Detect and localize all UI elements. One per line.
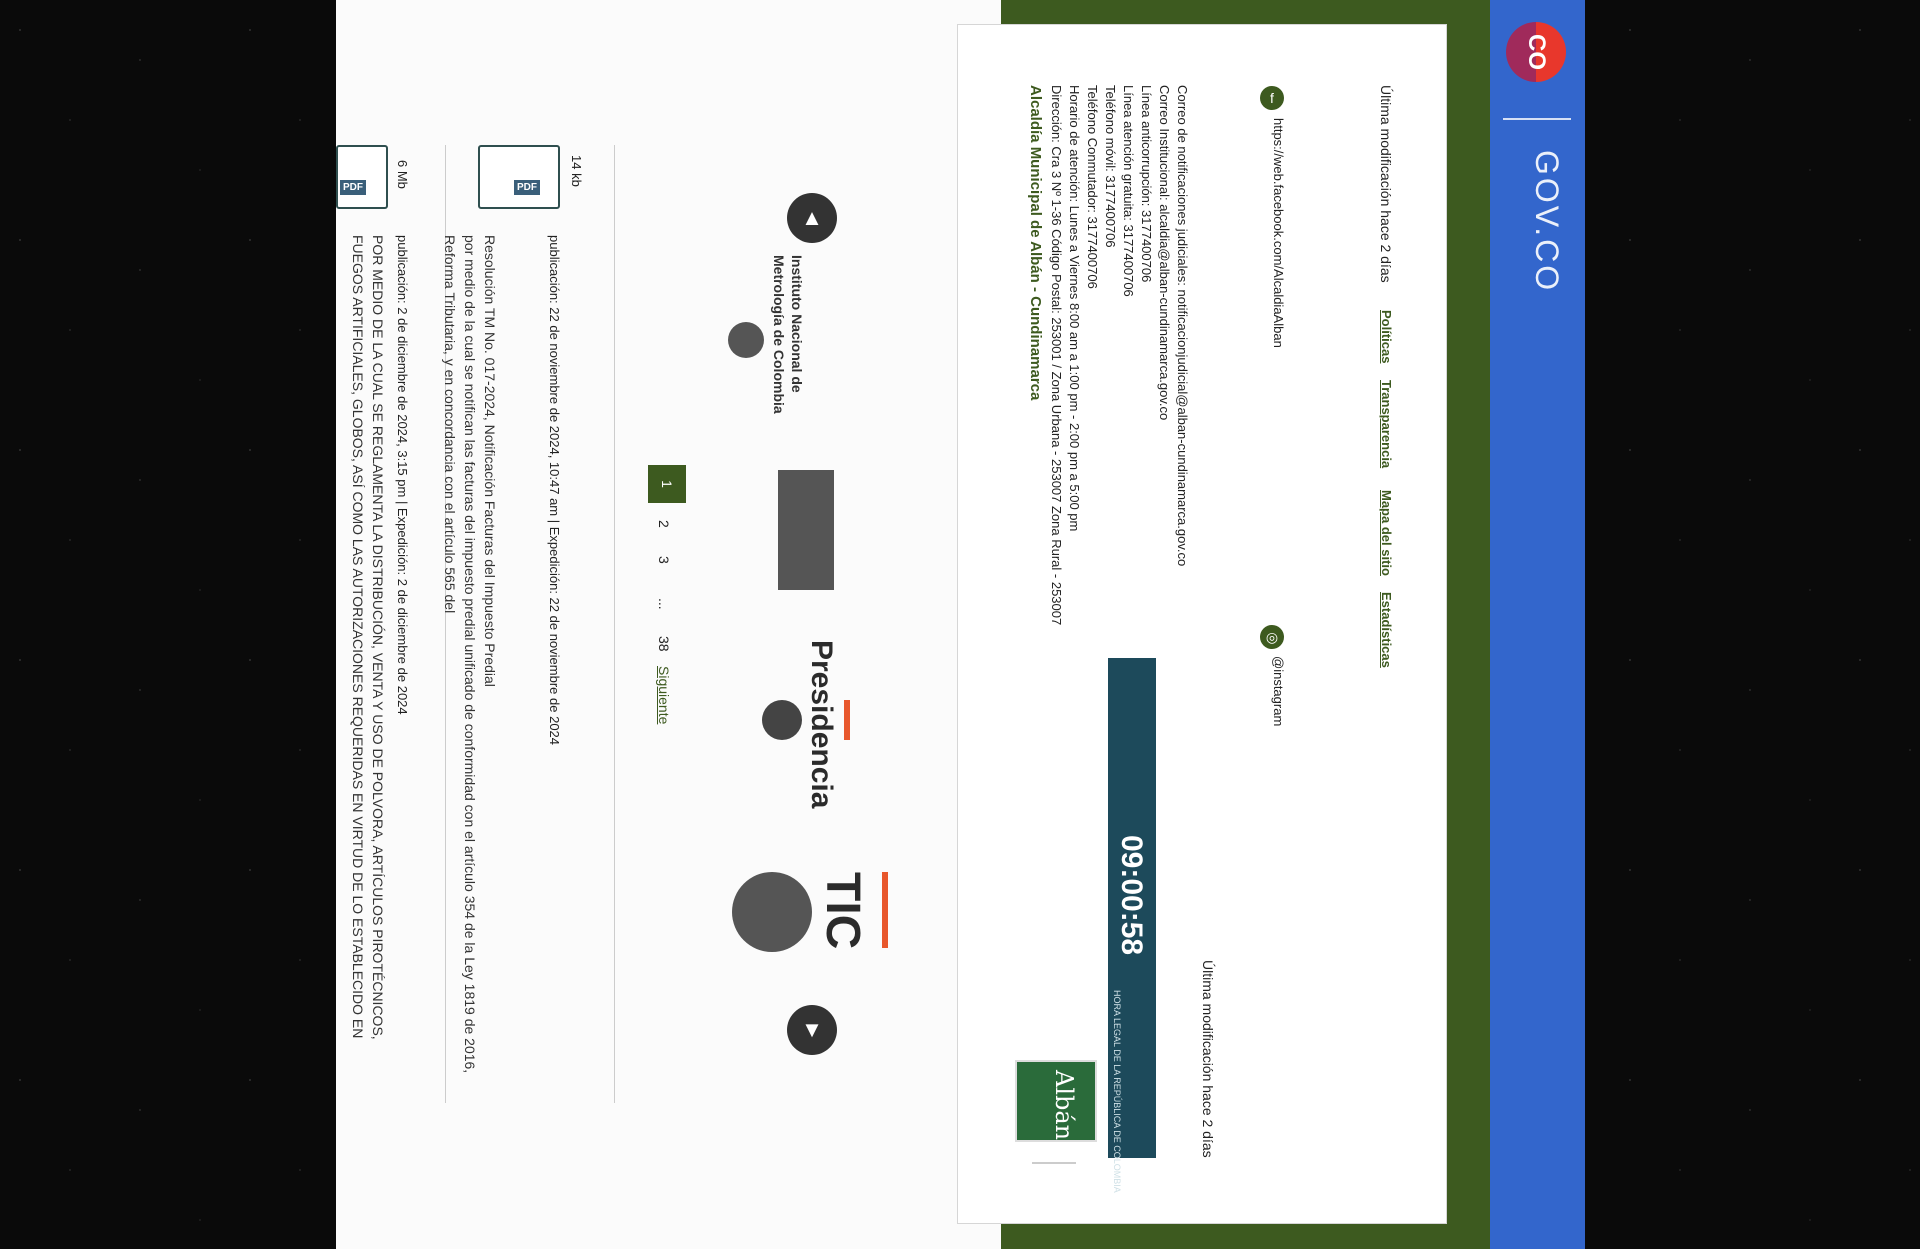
instagram-icon[interactable]: ◎ [1260,625,1284,649]
govco-logo[interactable]: CO [1506,22,1566,82]
footer-link-stats[interactable]: Estadísticas [1379,592,1394,668]
doc1-title-and-description[interactable]: Resolución TM No. 017-2024, Notificación… [440,235,500,1095]
doc1-meta: publicación: 22 de noviembre de 2024, 10… [547,235,562,746]
doc1-file-icon[interactable] [478,145,560,209]
partner-seal-icon[interactable] [778,470,834,590]
doc2-pdf-tag: PDF [340,180,366,195]
email-institutional: Correo Institucional: alcaldia@alban-cun… [1157,85,1172,421]
pagination-next[interactable]: Siguiente [656,666,672,724]
doc2-meta: publicación: 2 de diciembre de 2024, 3:1… [395,235,410,715]
presidencia-accent [844,700,850,740]
pagination-page-38[interactable]: 38 [656,636,672,652]
org-title: Alcaldía Municipal de Albán - Cundinamar… [1027,85,1044,401]
legal-time-caption: HORA LEGAL DE LA REPÚBLICA DE COLOMBIA [1112,990,1122,1193]
logo-underline [1032,1162,1076,1164]
partner-metrology[interactable]: Instituto Nacional de Metrología de Colo… [770,255,806,425]
pagination-page-1[interactable]: 1 [648,465,686,503]
main-content-area [336,0,1001,1249]
footer-last-modified-top: Última modificación hace 2 días [1378,85,1394,283]
switchboard-phone: Teléfono Conmutador: 3177400706 [1085,85,1100,289]
partner-tic[interactable]: TIC [815,872,870,949]
doc1-size: 14 kb [569,155,584,187]
toll-free-line: Línea atención gratuita: 3177400706 [1121,85,1136,297]
govco-brand-text[interactable]: GOV.CO [1528,150,1565,293]
anticorruption-line: Línea anticorrupción: 3177400706 [1139,85,1154,283]
footer-link-policies[interactable]: Políticas [1379,310,1394,363]
doc2-size: 6 Mb [395,160,410,189]
carousel-next-button[interactable]: ▼ [787,1005,837,1055]
tic-crest-icon [732,872,812,952]
footer-link-transparency[interactable]: Transparencia [1379,380,1394,468]
tic-accent [882,872,888,948]
alban-logo-text: Albán [1050,1070,1078,1141]
presidencia-shield-icon [762,700,802,740]
mobile-phone: Teléfono móvil: 3177400706 [1103,85,1118,248]
address: Dirección: Cra 3 Nº 1-36 Código Postal: … [1049,85,1064,626]
doc-separator-1 [614,145,615,1103]
facebook-icon[interactable]: f [1260,86,1284,110]
partner-presidencia[interactable]: Presidencia [804,640,838,808]
govco-divider [1503,118,1571,120]
doc2-file-icon[interactable] [336,145,388,209]
email-notifications: Correo de notificaciones judiciales: not… [1175,85,1190,567]
instagram-link[interactable]: @instagram [1271,656,1286,726]
legal-time-value: 09:00:58 [1115,835,1148,956]
footer-last-modified-bottom: Última modificación hace 2 días [1200,960,1216,1158]
carousel-prev-button[interactable]: ▲ [787,193,837,243]
metrology-shield-icon [728,322,764,358]
pagination-ellipsis: ... [656,598,672,610]
footer-link-sitemap[interactable]: Mapa del sitio [1379,490,1394,576]
office-hours: Horario de atención: Lunes a Viernes 8:0… [1067,85,1082,532]
doc1-pdf-tag: PDF [514,180,540,195]
doc2-title[interactable]: POR MEDIO DE LA CUAL SE REGLAMENTA LA DI… [348,235,388,1095]
pagination-page-3[interactable]: 3 [656,556,672,564]
pagination-page-2[interactable]: 2 [656,520,672,528]
facebook-link[interactable]: https://web.facebook.com/AlcaldiaAlban [1271,118,1286,348]
